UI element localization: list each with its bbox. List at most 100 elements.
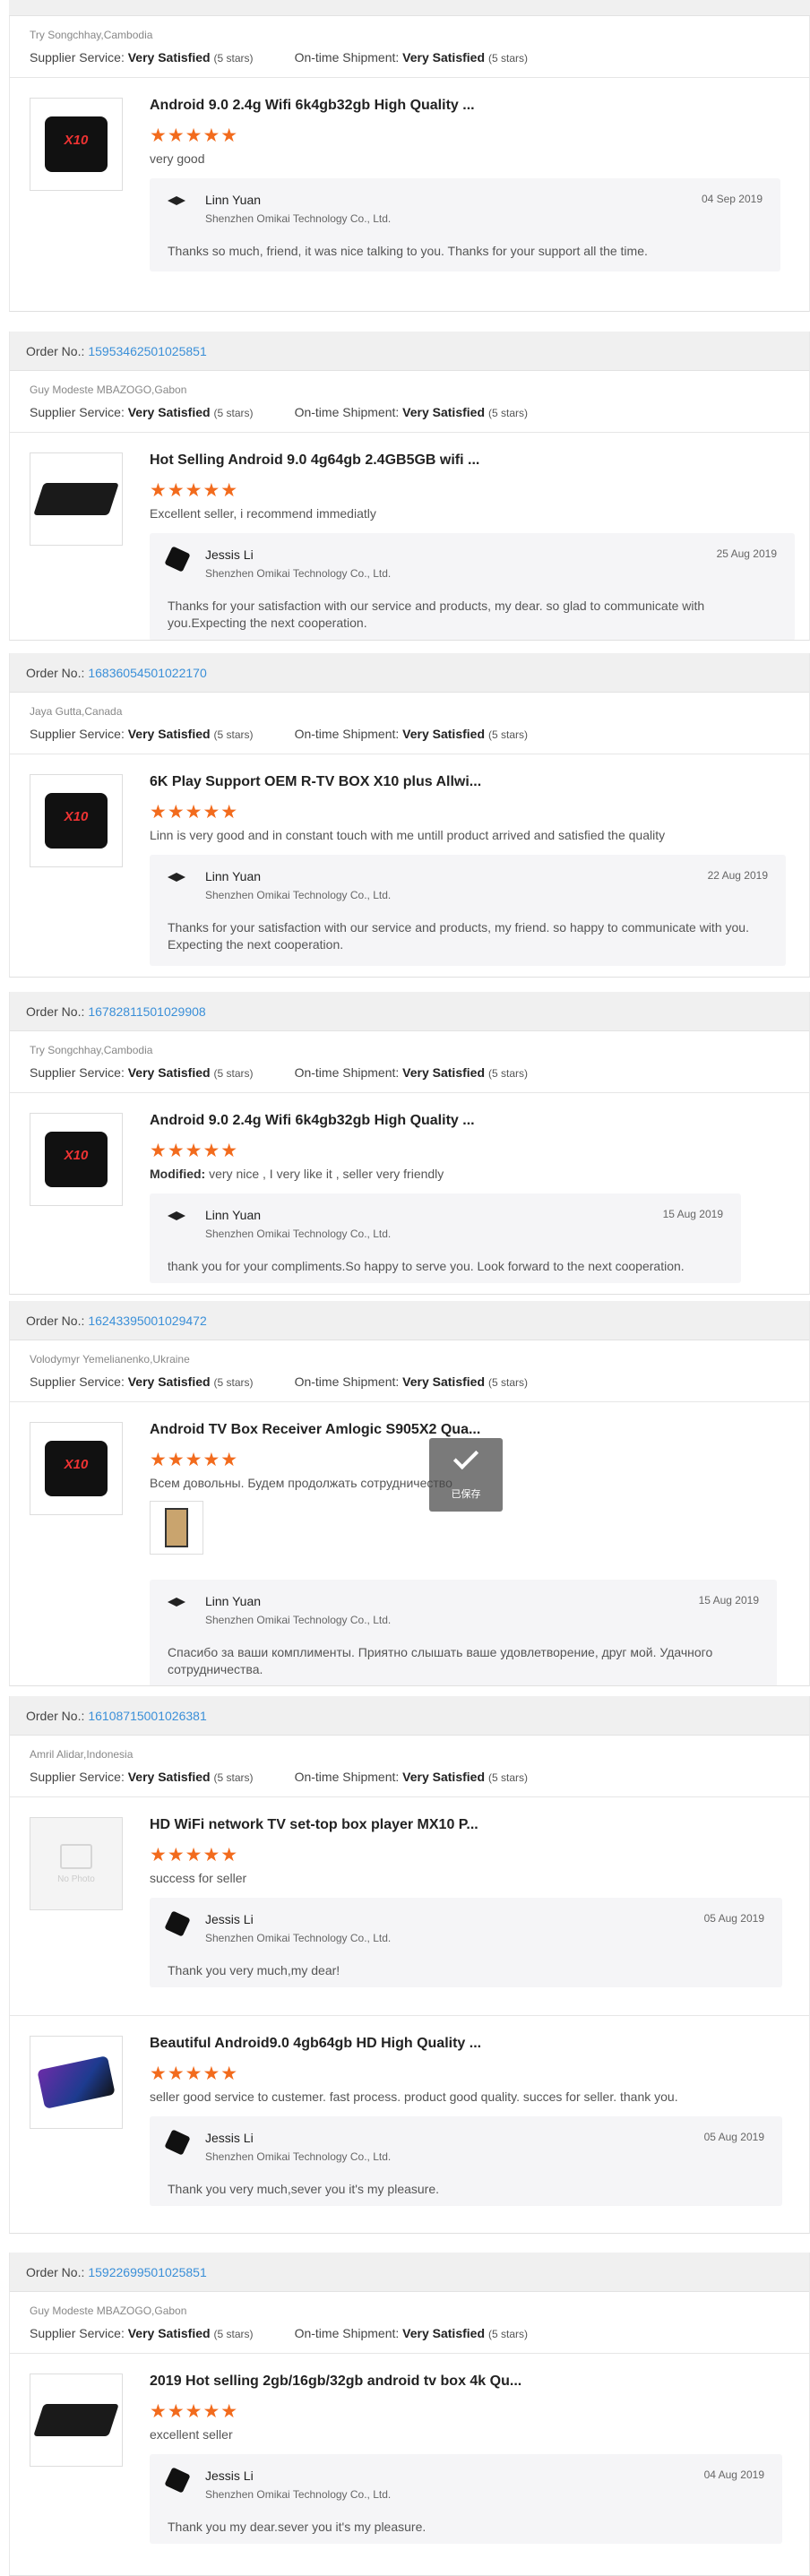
saved-toast: 已保存	[429, 1438, 503, 1512]
reply-date: 25 Aug 2019	[716, 547, 777, 560]
service-ratings: Supplier Service: Very Satisfied (5 stars…	[30, 1374, 529, 1389]
review-text: Excellent seller, i recommend immediatly	[150, 506, 376, 521]
reply-company: Shenzhen Omikai Technology Co., Ltd.	[205, 1228, 392, 1240]
reply-company: Shenzhen Omikai Technology Co., Ltd.	[205, 1614, 392, 1626]
seller-logo-icon	[164, 1910, 191, 1937]
review-photo[interactable]	[150, 1501, 203, 1555]
product-thumbnail[interactable]	[30, 2036, 123, 2129]
product-title[interactable]: HD WiFi network TV set-top box player MX…	[150, 1817, 478, 1833]
customer-name: Guy Modeste MBAZOGO,Gabon	[30, 383, 187, 396]
customer-name: Jaya Gutta,Canada	[30, 705, 123, 718]
reply-date: 22 Aug 2019	[707, 869, 768, 882]
order-card: Order No.: 16782811501029908 Try Songchha…	[9, 992, 810, 1295]
reply-name: Linn Yuan	[205, 1208, 262, 1222]
reply-name: Linn Yuan	[205, 869, 262, 883]
reply-company: Shenzhen Omikai Technology Co., Ltd.	[205, 2488, 392, 2501]
seller-logo-icon	[168, 1598, 185, 1607]
customer-name: Volodymyr Yemelianenko,Ukraine	[30, 1353, 190, 1366]
reply-company: Shenzhen Omikai Technology Co., Ltd.	[205, 1932, 392, 1944]
order-number-link[interactable]: 15922699501025851	[88, 2265, 206, 2279]
product-title[interactable]: Beautiful Android9.0 4gb64gb HD High Qua…	[150, 2036, 481, 2052]
customer-name: Amril Alidar,Indonesia	[30, 1748, 134, 1761]
service-ratings: Supplier Service: Very Satisfied (5 stars…	[30, 1065, 529, 1080]
review-text: very good	[150, 151, 205, 166]
seller-reply: Jessis Li Shenzhen Omikai Technology Co.…	[150, 2116, 782, 2206]
reply-company: Shenzhen Omikai Technology Co., Ltd.	[205, 889, 392, 901]
review-item: No Photo HD WiFi network TV set-top box …	[10, 1796, 809, 2015]
order-card: Try Songchhay,Cambodia Supplier Service:…	[9, 16, 810, 312]
product-thumbnail[interactable]: X10	[30, 774, 123, 867]
rating-stars: ★★★★★	[150, 125, 239, 146]
review-text: seller good service to custemer. fast pr…	[150, 2089, 678, 2104]
seller-logo-icon	[164, 546, 191, 573]
seller-reply: Jessis Li Shenzhen Omikai Technology Co.…	[150, 533, 795, 640]
review-text: Всем довольны. Будем продолжать сотрудни…	[150, 1476, 452, 1490]
rating-stars: ★★★★★	[150, 2401, 239, 2422]
order-bar: Order No.: 16782811501029908	[10, 992, 809, 1031]
seller-reply: Linn Yuan Shenzhen Omikai Technology Co.…	[150, 1193, 741, 1283]
product-thumbnail[interactable]: X10	[30, 98, 123, 191]
seller-logo-icon	[168, 1211, 185, 1220]
order-bar: Order No.: 16836054501022170	[10, 653, 809, 693]
reply-message: Thanks for your satisfaction with our se…	[168, 599, 705, 630]
reply-date: 04 Sep 2019	[701, 193, 763, 205]
order-bar: Order No.: 16243395001029472	[10, 1301, 809, 1340]
review-item: X10 Android TV Box Receiver Amlogic S905…	[10, 1401, 809, 1685]
product-title[interactable]: Android 9.0 2.4g Wifi 6k4gb32gb High Qua…	[150, 1113, 475, 1129]
review-text: Modified: very nice , I very like it , s…	[150, 1167, 444, 1181]
reply-date: 15 Aug 2019	[662, 1208, 723, 1220]
product-title[interactable]: 2019 Hot selling 2gb/16gb/32gb android t…	[150, 2374, 521, 2390]
order-card: Order No.: 15922699501025851 Guy Modeste …	[9, 2253, 810, 2576]
order-number-link[interactable]: 16108715001026381	[88, 1709, 206, 1723]
rating-stars: ★★★★★	[150, 480, 239, 501]
order-card: Order No.: 15953462501025851 Guy Modeste …	[9, 332, 810, 641]
order-number-link[interactable]: 16836054501022170	[88, 666, 206, 680]
order-bar-cut	[9, 0, 810, 16]
reply-message: Thank you very much,my dear!	[168, 1963, 340, 1977]
product-thumbnail[interactable]: X10	[30, 1422, 123, 1515]
seller-logo-icon	[168, 873, 185, 882]
review-text: excellent seller	[150, 2427, 233, 2442]
product-thumbnail[interactable]: No Photo	[30, 1817, 123, 1910]
reply-name: Jessis Li	[205, 2131, 254, 2145]
seller-logo-icon	[164, 2467, 191, 2494]
reply-message: Thank you my dear.sever you it's my plea…	[168, 2520, 427, 2534]
reply-name: Linn Yuan	[205, 1594, 262, 1608]
seller-reply: Linn Yuan Shenzhen Omikai Technology Co.…	[150, 855, 786, 966]
rating-stars: ★★★★★	[150, 2063, 239, 2084]
reply-message: Thank you very much,sever you it's my pl…	[168, 2182, 440, 2196]
rating-stars: ★★★★★	[150, 1141, 239, 1161]
review-item: X10 Android 9.0 2.4g Wifi 6k4gb32gb High…	[10, 1092, 809, 1294]
order-number-link[interactable]: 16243395001029472	[88, 1314, 206, 1328]
check-icon	[452, 1443, 479, 1470]
product-title[interactable]: Hot Selling Android 9.0 4g64gb 2.4GB5GB …	[150, 452, 479, 469]
reply-date: 05 Aug 2019	[703, 1912, 764, 1925]
product-thumbnail[interactable]	[30, 452, 123, 546]
reply-message: Thanks so much, friend, it was nice talk…	[168, 244, 648, 258]
seller-logo-icon	[164, 2129, 191, 2156]
product-title[interactable]: Android 9.0 2.4g Wifi 6k4gb32gb High Qua…	[150, 98, 475, 114]
seller-reply: Linn Yuan Shenzhen Omikai Technology Co.…	[150, 1580, 777, 1685]
product-title[interactable]: 6K Play Support OEM R-TV BOX X10 plus Al…	[150, 774, 481, 790]
reply-date: 05 Aug 2019	[703, 2131, 764, 2143]
reply-company: Shenzhen Omikai Technology Co., Ltd.	[205, 2150, 392, 2163]
order-number-link[interactable]: 16782811501029908	[88, 1004, 205, 1019]
order-number-link[interactable]: 15953462501025851	[88, 344, 206, 358]
reply-company: Shenzhen Omikai Technology Co., Ltd.	[205, 567, 392, 580]
product-title[interactable]: Android TV Box Receiver Amlogic S905X2 Q…	[150, 1422, 480, 1438]
product-thumbnail[interactable]	[30, 2374, 123, 2467]
customer-name: Try Songchhay,Cambodia	[30, 1044, 153, 1056]
review-text: Linn is very good and in constant touch …	[150, 828, 666, 842]
reply-date: 04 Aug 2019	[703, 2468, 764, 2481]
seller-logo-icon	[168, 196, 185, 205]
reply-date: 15 Aug 2019	[698, 1594, 759, 1607]
review-item: 2019 Hot selling 2gb/16gb/32gb android t…	[10, 2353, 809, 2568]
reply-name: Jessis Li	[205, 547, 254, 562]
seller-reply: Jessis Li Shenzhen Omikai Technology Co.…	[150, 1898, 782, 1987]
product-thumbnail[interactable]: X10	[30, 1113, 123, 1206]
review-item: X10 Android 9.0 2.4g Wifi 6k4gb32gb High…	[10, 77, 809, 301]
customer-name: Guy Modeste MBAZOGO,Gabon	[30, 2305, 187, 2317]
reply-company: Shenzhen Omikai Technology Co., Ltd.	[205, 212, 392, 225]
order-card: Order No.: 16108715001026381 Amril Alidar…	[9, 1696, 810, 2234]
rating-stars: ★★★★★	[150, 1845, 239, 1865]
